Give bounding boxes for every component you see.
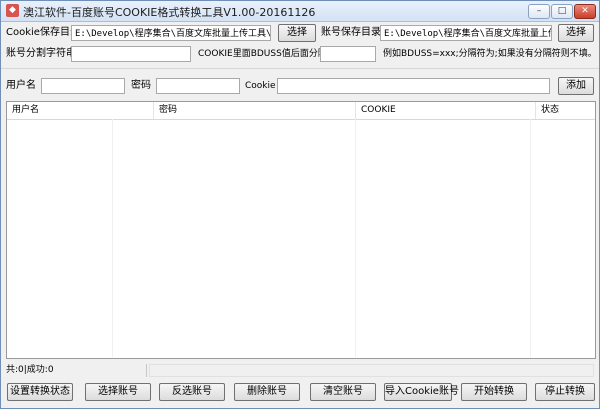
grid-line (112, 119, 113, 357)
stop-convert-button[interactable]: 停止转换 (535, 383, 595, 401)
password-input[interactable] (156, 78, 240, 94)
grid-line (530, 119, 531, 357)
app-window: ◆ 澳江软件-百度账号COOKIE格式转换工具V1.00-20161126 – … (0, 0, 600, 409)
minimize-button[interactable]: – (528, 4, 550, 19)
maximize-button[interactable]: □ (551, 4, 573, 19)
clear-accounts-button[interactable]: 清空账号 (310, 383, 376, 401)
cookie-label: Cookie (245, 81, 276, 91)
username-label: 用户名 (6, 80, 36, 91)
set-status-button[interactable]: 设置转换状态 (7, 383, 73, 401)
status-bar: 共:0|成功:0 (6, 364, 594, 377)
column-header-password[interactable]: 密码 (153, 102, 355, 119)
password-label: 密码 (131, 80, 151, 91)
divider (1, 68, 599, 69)
window-title: 澳江软件-百度账号COOKIE格式转换工具V1.00-20161126 (23, 6, 316, 19)
invert-selection-button[interactable]: 反选账号 (159, 383, 225, 401)
status-message (149, 364, 594, 377)
column-header-cookie[interactable]: COOKIE (355, 102, 535, 119)
delete-accounts-button[interactable]: 删除账号 (234, 383, 300, 401)
column-header-username[interactable]: 用户名 (7, 102, 153, 119)
username-input[interactable] (41, 78, 125, 94)
bduss-separator-label: COOKIE里面BDUSS值后面分隔符 (198, 49, 336, 59)
grid-line (355, 119, 356, 357)
add-button[interactable]: 添加 (558, 77, 594, 95)
close-button[interactable]: ✕ (574, 4, 596, 19)
cookie-input[interactable] (277, 78, 550, 94)
select-accounts-button[interactable]: 选择账号 (85, 383, 151, 401)
column-header-status[interactable]: 状态 (535, 102, 595, 119)
title-bar[interactable]: ◆ 澳江软件-百度账号COOKIE格式转换工具V1.00-20161126 – … (1, 1, 599, 22)
account-separator-label: 账号分割字符串 (6, 48, 76, 59)
bduss-separator-field[interactable] (320, 46, 376, 62)
status-summary: 共:0|成功:0 (6, 364, 147, 377)
table-header: 用户名 密码 COOKIE 状态 (7, 102, 595, 120)
app-icon: ◆ (6, 4, 19, 17)
account-dir-label: 账号保存目录 (321, 27, 381, 38)
cookie-dir-label: Cookie保存目录 (6, 27, 80, 38)
bduss-separator-hint: 例如BDUSS=xxx;分隔符为;如果没有分隔符则不填。 (383, 49, 597, 59)
account-table[interactable]: 用户名 密码 COOKIE 状态 (6, 101, 596, 359)
import-cookie-button[interactable]: 导入Cookie账号 (384, 383, 459, 401)
account-dir-field[interactable]: E:\Develop\程序集合\百度文库批量上传工具 (380, 25, 552, 41)
cookie-dir-browse-button[interactable]: 选择 (278, 24, 316, 42)
account-dir-browse-button[interactable]: 选择 (558, 24, 594, 42)
account-separator-field[interactable] (71, 46, 191, 62)
start-convert-button[interactable]: 开始转换 (461, 383, 527, 401)
cookie-dir-field[interactable]: E:\Develop\程序集合\百度文库批量上传工具\Data (71, 25, 271, 41)
